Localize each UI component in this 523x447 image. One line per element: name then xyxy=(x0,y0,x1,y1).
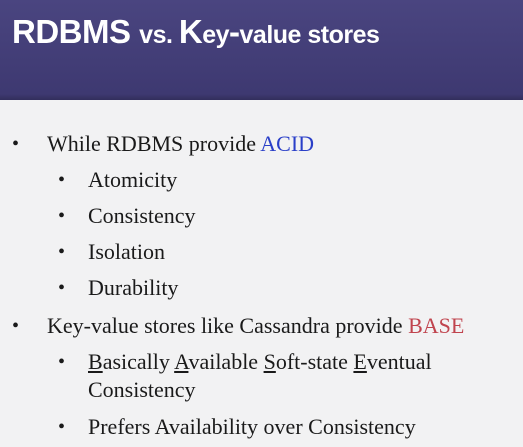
sub-bullet-dot: • xyxy=(58,169,66,191)
sub-bullet-dot: • xyxy=(58,277,66,299)
sub-bullet-atomicity: Atomicity xyxy=(88,167,178,192)
slide-title: RDBMS vs. Key-value stores xyxy=(12,12,380,55)
sub-bullet-base-continuation: Consistency xyxy=(88,377,196,402)
sub-bullet-isolation: Isolation xyxy=(88,239,165,264)
base-initial-e: E xyxy=(353,349,367,374)
sub-bullet-consistency: Consistency xyxy=(88,203,196,228)
sub-bullet-durability: Durability xyxy=(88,275,179,300)
base-word-rest: ventual xyxy=(366,349,432,374)
bullet-acid: While RDBMS provide ACID xyxy=(47,131,314,157)
title-part-vs: vs. xyxy=(139,21,179,49)
title-part-ey: ey xyxy=(202,21,230,49)
title-part-hyphen: - xyxy=(229,13,240,50)
bullet-text: While RDBMS provide xyxy=(47,131,261,156)
sub-bullet-dot: • xyxy=(58,241,66,263)
bullet-dot: • xyxy=(12,133,20,155)
base-highlight: BASE xyxy=(408,313,465,338)
base-word-rest: asically xyxy=(102,349,175,374)
base-initial-a: A xyxy=(174,349,189,374)
slide-header: RDBMS vs. Key-value stores xyxy=(0,0,523,100)
base-initial-s: S xyxy=(263,349,276,374)
base-initial-b: B xyxy=(88,349,103,374)
base-word-rest: vailable xyxy=(188,349,264,374)
bullet-base: Key-value stores like Cassandra provide … xyxy=(47,313,464,339)
title-part-k: K xyxy=(178,13,203,50)
sub-bullet-dot: • xyxy=(58,416,66,438)
title-part-value-stores: value stores xyxy=(239,21,380,49)
sub-bullet-prefers-availability: Prefers Availability over Consistency xyxy=(88,414,416,439)
sub-bullet-base-expansion: Basically Available Soft-state Eventual xyxy=(88,349,432,375)
slide-body: • While RDBMS provide ACID • Atomicity •… xyxy=(0,100,523,447)
acid-highlight: ACID xyxy=(260,131,315,156)
bullet-dot: • xyxy=(12,315,20,337)
bullet-text: Key-value stores like Cassandra provide xyxy=(47,313,409,338)
title-part-rdbms: RDBMS xyxy=(12,13,140,50)
sub-bullet-dot: • xyxy=(58,205,66,227)
base-word-rest: oft-state xyxy=(275,349,354,374)
sub-bullet-dot: • xyxy=(58,351,66,373)
